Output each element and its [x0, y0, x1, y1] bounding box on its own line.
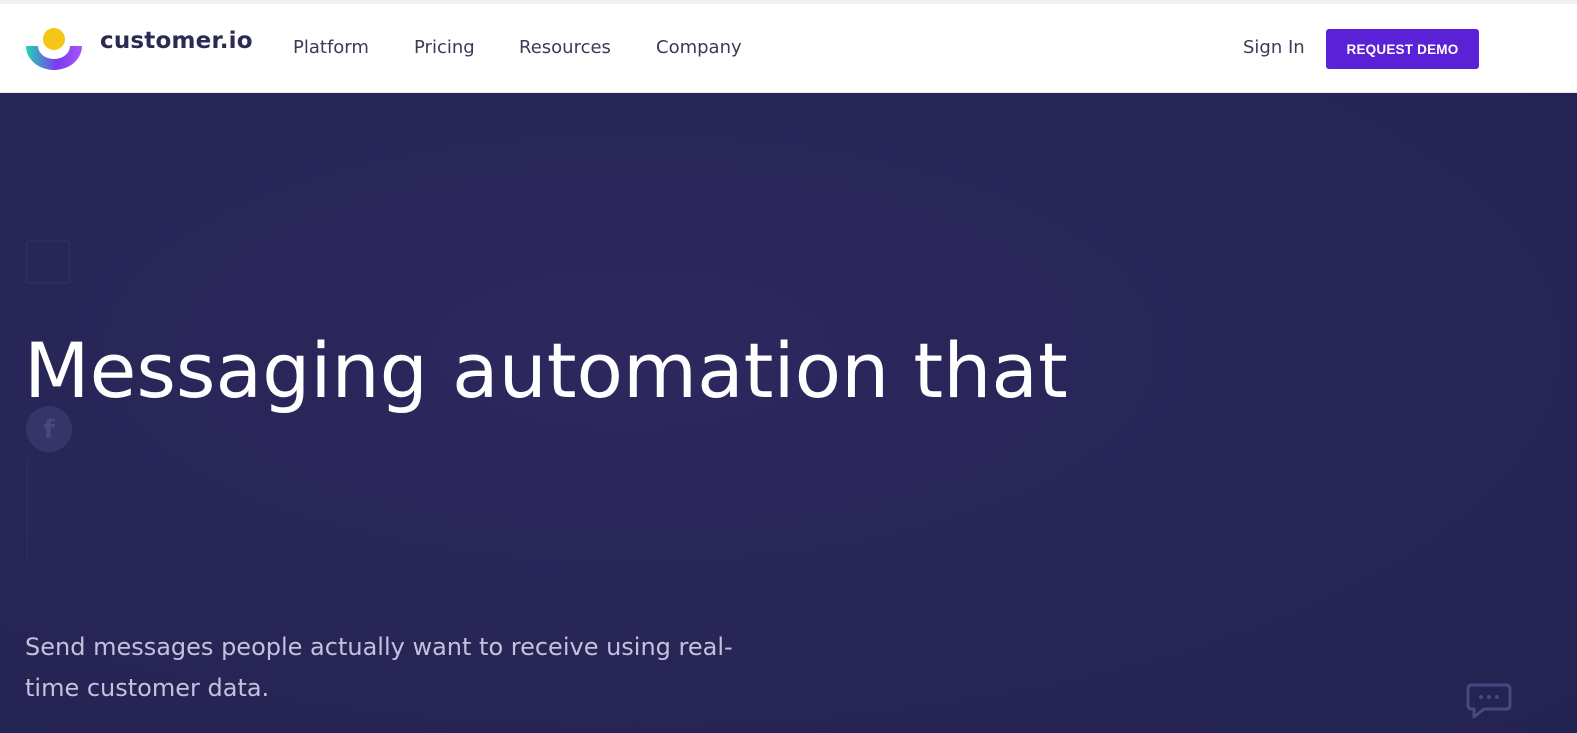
- ghost-share-icon: [26, 240, 70, 284]
- site-header: customer.io Platform Pricing Resources C…: [0, 4, 1577, 93]
- chat-icon[interactable]: [1466, 681, 1512, 721]
- brand-name[interactable]: customer.io: [100, 28, 253, 54]
- customer-io-logo-icon[interactable]: [24, 26, 84, 72]
- hero-section: f Messaging automation that Send message…: [0, 93, 1577, 733]
- nav-pricing[interactable]: Pricing: [414, 37, 475, 58]
- request-demo-button[interactable]: REQUEST DEMO: [1326, 29, 1479, 69]
- hero-subtext: Send messages people actually want to re…: [25, 633, 733, 702]
- hero-headline: Messaging automation that: [24, 326, 1068, 415]
- ghost-divider: [26, 458, 28, 558]
- nav-resources[interactable]: Resources: [519, 37, 611, 58]
- nav-platform[interactable]: Platform: [293, 37, 369, 58]
- nav-company[interactable]: Company: [656, 37, 742, 58]
- sign-in-link[interactable]: Sign In: [1243, 37, 1305, 58]
